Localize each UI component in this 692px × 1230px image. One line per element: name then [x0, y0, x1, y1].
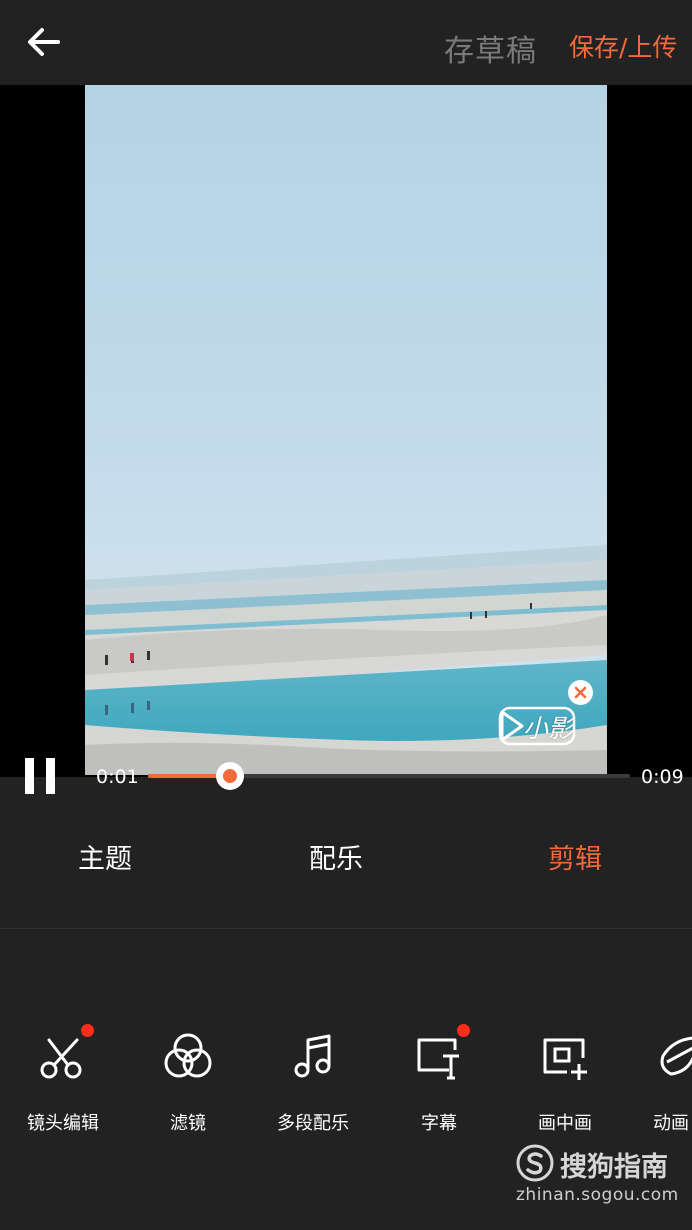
progress-thumb[interactable]: [216, 762, 244, 790]
playback-bar: 0:01 0:09: [0, 750, 692, 805]
picture-in-picture-icon: [543, 1038, 587, 1080]
tab-theme[interactable]: 主题: [78, 837, 132, 876]
tool-pip[interactable]: 画中画: [510, 1020, 620, 1140]
tool-label: 滤镜: [170, 1113, 206, 1134]
tool-multi-music[interactable]: 多段配乐: [258, 1020, 368, 1140]
divider: [0, 928, 692, 929]
tab-music[interactable]: 配乐: [309, 837, 363, 876]
tool-clip-edit[interactable]: 镜头编辑: [8, 1020, 118, 1140]
watermark-close-icon[interactable]: [568, 680, 593, 705]
current-time: 0:01: [96, 766, 139, 788]
watermark-brand: 小影: [523, 714, 574, 743]
sogou-url: zhinan.sogou.com: [516, 1185, 679, 1205]
top-bar: 存草稿 保存/上传: [0, 0, 692, 85]
video-preview[interactable]: [0, 85, 692, 777]
total-time: 0:09: [641, 766, 684, 788]
arrow-left-icon[interactable]: [22, 22, 66, 62]
thumb-dot: [223, 769, 237, 783]
tool-label: 镜头编辑: [27, 1113, 99, 1134]
tool-subtitle[interactable]: 字幕: [384, 1020, 494, 1140]
animation-icon: [660, 1036, 692, 1076]
tool-row: 镜头编辑 滤镜 多段配乐 字幕 画中画 动画: [0, 1020, 692, 1140]
pause-icon[interactable]: [25, 758, 55, 794]
edit-tabs: 主题 配乐 剪辑: [0, 805, 692, 928]
scissors-icon: [40, 1038, 82, 1079]
save-upload-button[interactable]: 保存/上传: [569, 28, 677, 64]
subtitle-icon: [417, 1038, 459, 1080]
tool-label: 动画: [653, 1113, 689, 1134]
new-badge: [457, 1024, 470, 1037]
filter-circles-icon: [164, 1033, 212, 1078]
music-note-icon: [294, 1034, 331, 1078]
tool-label: 画中画: [538, 1113, 592, 1134]
video-frame[interactable]: [85, 85, 607, 775]
new-badge: [81, 1024, 94, 1037]
tab-edit[interactable]: 剪辑: [548, 837, 602, 876]
tool-animation[interactable]: 动画: [616, 1020, 692, 1140]
save-draft-button[interactable]: 存草稿: [444, 26, 537, 70]
tool-filter[interactable]: 滤镜: [133, 1020, 243, 1140]
tool-label: 多段配乐: [277, 1113, 349, 1134]
sogou-brand: 搜狗指南: [560, 1152, 668, 1183]
tool-label: 字幕: [421, 1113, 457, 1134]
